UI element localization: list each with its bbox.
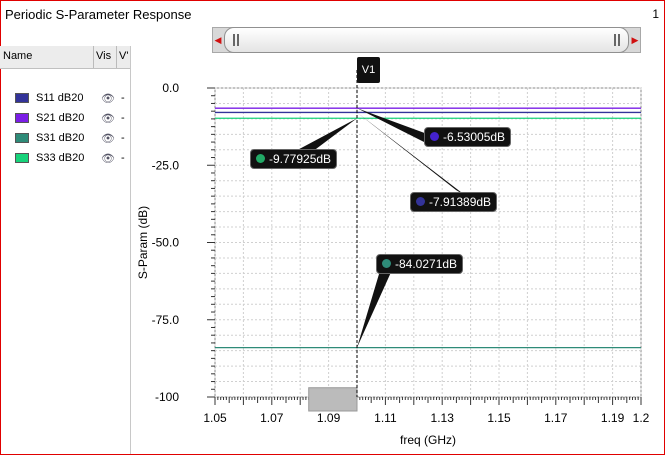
marker-dot-icon [256,154,265,163]
marker-label: -7.91389dB [429,195,492,209]
column-separator[interactable] [93,46,94,68]
grip-right-icon [618,34,620,46]
legend-header: Name Vis V' [0,46,130,69]
cursor-v1-tag[interactable]: V1 [357,57,380,83]
y-tick-label: -50.0 [152,236,180,250]
header-name[interactable]: Name [3,50,32,62]
column-separator[interactable] [116,46,117,68]
legend-item-label: S11 dB20 [36,92,84,104]
marker-s33[interactable]: -9.77925dB [250,149,338,169]
marker-s21[interactable]: -6.53005dB [424,127,512,147]
eye-icon[interactable]: 👁 [101,132,115,145]
legend-item-label: S31 dB20 [36,132,85,144]
scrollbar-thumb[interactable] [224,27,629,53]
marker-s11[interactable]: -7.91389dB [410,192,498,212]
y-axis-label: S-Param (dB) [136,206,150,279]
color-swatch [15,153,29,163]
marker-label: -9.77925dB [269,152,332,166]
y-tick-label: -100 [155,390,179,404]
x-axis-label: freq (GHz) [400,433,456,447]
color-swatch [15,93,29,103]
legend-item-v: - [121,112,125,124]
grip-right-icon [614,34,616,46]
marker-label: -84.0271dB [395,257,458,271]
legend-item-v: - [121,132,125,144]
eye-icon[interactable]: 👁 [101,112,115,125]
color-swatch [15,133,29,143]
x-tick-label: 1.07 [260,411,284,425]
legend-item-s11[interactable]: S11 dB20 👁 - [0,89,130,109]
legend-item-v: - [121,92,125,104]
grip-left-icon [237,34,239,46]
marker-dot-icon [382,259,391,268]
scroll-left-icon[interactable]: ◀ [214,32,222,48]
x-tick-label: 1.17 [544,411,568,425]
color-swatch [15,113,29,123]
x-tick-label: 1.13 [431,411,455,425]
legend-item-label: S33 dB20 [36,152,85,164]
eye-icon[interactable]: 👁 [101,92,115,105]
eye-icon[interactable]: 👁 [101,152,115,165]
page-number: 1 [652,7,659,21]
x-tick-label: 1.2 [633,411,650,425]
legend-panel: Name Vis V' S11 dB20 👁 - S21 dB20 👁 - S3… [0,46,131,454]
y-tick-label: 0.0 [162,81,179,95]
x-tick-label: 1.11 [374,411,397,425]
x-tick-label: 1.09 [317,411,341,425]
x-tick-label: 1.19 [601,411,625,425]
zoom-region-handle [308,387,358,412]
legend-item-s21[interactable]: S21 dB20 👁 - [0,109,130,129]
marker-label: -6.53005dB [443,130,506,144]
y-tick-label: -75.0 [152,313,180,327]
legend-item-v: - [121,152,125,164]
header-vis[interactable]: Vis [96,50,111,62]
horizontal-scrollbar[interactable]: ◀ ▶ [212,24,641,56]
y-tick-label: -25.0 [152,158,180,172]
legend-item-s33[interactable]: S33 dB20 👁 - [0,149,130,169]
x-tick-label: 1.05 [203,411,227,425]
legend-item-s31[interactable]: S31 dB20 👁 - [0,129,130,149]
window-title: Periodic S-Parameter Response [5,7,192,22]
header-v[interactable]: V' [119,50,128,62]
marker-s31[interactable]: -84.0271dB [376,254,464,274]
marker-dot-icon [430,132,439,141]
scroll-right-icon[interactable]: ▶ [631,32,639,48]
marker-dot-icon [416,197,425,206]
legend-item-label: S21 dB20 [36,112,85,124]
x-tick-label: 1.15 [487,411,511,425]
grip-left-icon [233,34,235,46]
